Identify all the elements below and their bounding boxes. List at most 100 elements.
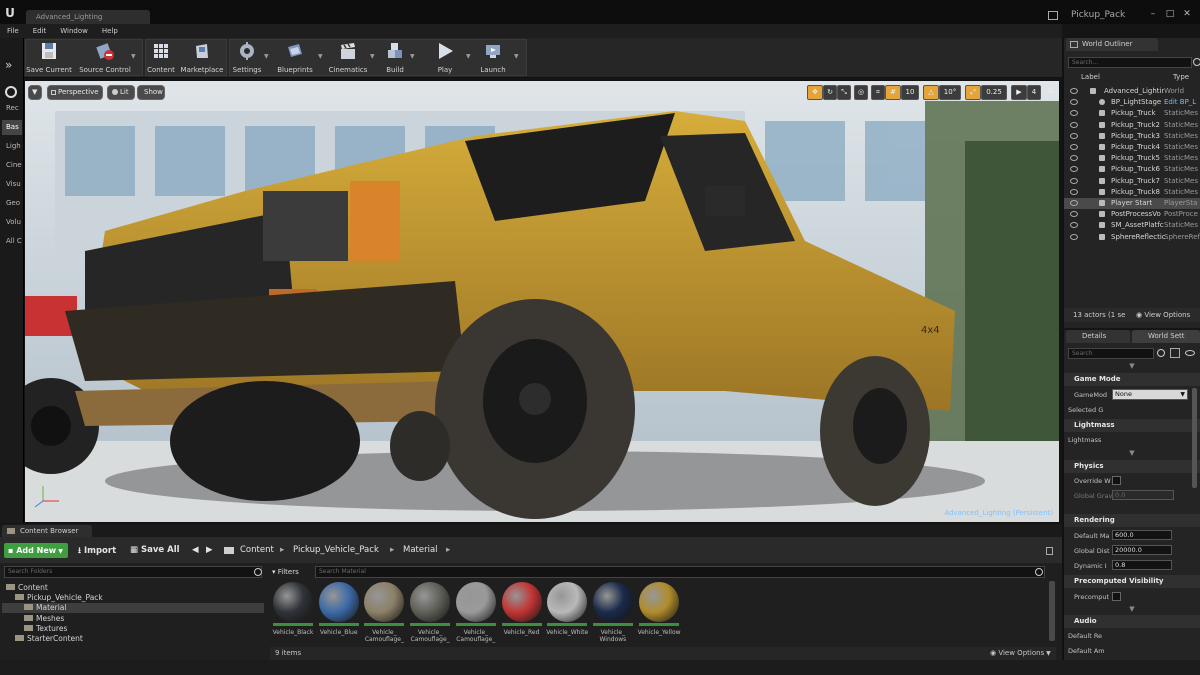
grid-snap-icon[interactable]: # [885,85,901,100]
search-assets-input[interactable]: Search Material [315,566,1045,578]
maximize-viewport-icon[interactable]: ⊡ [1043,85,1057,100]
mode-lights[interactable]: Ligh [2,139,22,154]
outliner-row[interactable]: BP_LightStage Edit BP_L [1064,97,1200,108]
material-asset-tile[interactable]: Vehicle_Black [272,582,314,636]
outliner-row[interactable]: Pickup_Truck2 StaticMes [1064,120,1200,131]
outliner-row[interactable]: Pickup_Truck8 StaticMes [1064,187,1200,198]
back-button[interactable]: ◀ [192,545,199,555]
outliner-row[interactable]: Pickup_Truck5 StaticMes [1064,153,1200,164]
lit-button[interactable]: Lit [107,85,135,100]
cinematics-dropdown-icon[interactable]: ▼ [370,53,376,60]
outliner-row[interactable]: Pickup_Truck StaticMes [1064,108,1200,119]
section-lightmass[interactable]: Lightmass [1064,419,1200,432]
material-asset-tile[interactable]: Vehicle_ Camouflage_ [455,582,497,643]
import-button[interactable]: ⭳ Import [78,545,116,559]
perspective-button[interactable]: Perspective [47,85,103,100]
visibility-eye-icon[interactable] [1070,211,1078,218]
visibility-eye-icon[interactable] [1070,233,1078,240]
expand-arrow-icon[interactable]: ▼ [1064,449,1200,458]
save-all-button[interactable]: ▦ Save All [130,545,180,555]
blueprints-dropdown-icon[interactable]: ▼ [318,53,324,60]
override-world-gravity-checkbox[interactable] [1112,476,1121,485]
dynamic-indirect-input[interactable]: 0.8 [1112,560,1172,570]
eye-icon[interactable] [1185,350,1195,356]
add-new-button[interactable]: ▪ Add New ▼ [4,543,68,558]
visibility-eye-icon[interactable] [1070,166,1078,173]
visibility-eye-icon[interactable] [1070,88,1078,94]
visibility-eye-icon[interactable] [1070,177,1078,184]
section-physics[interactable]: Physics [1064,460,1200,473]
default-max-distance-input[interactable]: 600.0 [1112,530,1172,540]
outliner-view-options-button[interactable]: ◉ View Options [1136,311,1190,319]
search-icon[interactable] [1035,568,1043,576]
tab-details[interactable]: Details [1066,330,1130,343]
level-document-tab[interactable]: Advanced_Lighting [26,10,150,24]
folder-tree-item[interactable]: Content [2,583,264,593]
rotation-snap-icon[interactable]: △ [923,85,939,100]
outliner-row[interactable]: Advanced_Lightin World [1064,86,1200,97]
launch-dropdown-icon[interactable]: ▼ [514,53,520,60]
outliner-row[interactable]: Pickup_Truck6 StaticMes [1064,164,1200,175]
build-button[interactable]: Build [380,39,410,76]
grid-snap-value[interactable]: 10 [901,85,919,100]
section-rendering[interactable]: Rendering [1064,514,1200,527]
visibility-eye-icon[interactable] [1070,121,1078,128]
outliner-column-type[interactable]: Type [1173,72,1200,83]
visibility-eye-icon[interactable] [1070,188,1078,195]
outliner-row[interactable]: SphereReflectic SphereRef [1064,232,1200,243]
rotation-snap-value[interactable]: 10° [939,85,961,100]
section-game-mode[interactable]: Game Mode [1064,373,1200,386]
mode-volumes[interactable]: Volu [2,215,22,230]
scale-snap-icon[interactable]: ⤢ [965,85,981,100]
show-button[interactable]: Show [137,85,165,100]
search-icon[interactable] [254,568,262,576]
visibility-eye-icon[interactable] [1070,99,1078,106]
breadcrumb-material[interactable]: Material [403,545,438,555]
play-button[interactable]: Play [424,39,466,76]
mode-geometry[interactable]: Geo [2,196,22,211]
forward-button[interactable]: ▶ [206,545,213,555]
outliner-row[interactable]: Pickup_Truck3 StaticMes [1064,131,1200,142]
content-button[interactable]: Content [146,39,176,76]
build-dropdown-icon[interactable]: ▼ [410,53,416,60]
tab-world-settings[interactable]: World Sett [1132,330,1200,343]
visibility-eye-icon[interactable] [1070,132,1078,139]
material-asset-tile[interactable]: Vehicle_ Camouflage_ [363,582,405,643]
search-folders-input[interactable]: Search Folders [4,566,262,578]
outliner-row-type[interactable]: Edit BP_L [1164,97,1200,108]
visibility-eye-icon[interactable] [1070,200,1078,206]
search-icon[interactable] [1157,349,1165,357]
mode-recent[interactable]: Rec [2,101,22,116]
outliner-row[interactable]: PostProcessVo PostProce [1064,209,1200,220]
material-asset-tile[interactable]: Vehicle_Red [501,582,543,636]
material-asset-tile[interactable]: Vehicle_Blue [318,582,360,636]
blueprints-button[interactable]: Blueprints [274,39,316,76]
mode-visual-effects[interactable]: Visu [2,177,22,192]
minimize-button[interactable]: – [1147,9,1159,19]
outliner-row[interactable]: SM_AssetPlatfc StaticMes [1064,220,1200,231]
filters-button[interactable]: ▾ Filters [272,566,312,578]
search-icon[interactable] [1193,58,1200,66]
menu-help[interactable]: Help [95,24,125,38]
global-distance-input[interactable]: 20000.0 [1112,545,1172,555]
folder-tree-item[interactable]: Textures [2,624,264,634]
lock-icon[interactable] [1046,547,1053,555]
translate-tool-icon[interactable]: ✥ [807,85,823,100]
asset-scrollbar[interactable] [1049,581,1055,641]
material-asset-tile[interactable]: Vehicle_White [546,582,588,636]
level-viewport[interactable]: 4x4 ▼ Perspective Lit Show ✥ ↻ ⤡ ◎ ⌗ # 1… [24,80,1060,523]
tab-world-outliner[interactable]: World Outliner [1066,38,1158,51]
maximize-button[interactable]: □ [1164,9,1176,19]
unreal-logo-icon[interactable]: U [3,6,17,20]
world-local-icon[interactable]: ◎ [854,85,868,100]
menu-file[interactable]: File [0,24,26,38]
visibility-eye-icon[interactable] [1070,144,1078,150]
global-gravity-input[interactable]: 0.0 [1112,490,1174,500]
source-control-dropdown-icon[interactable]: ▼ [131,53,137,60]
content-view-options-button[interactable]: ◉ View Options ▼ [990,647,1051,660]
close-button[interactable]: ✕ [1181,9,1193,19]
mode-cinematic[interactable]: Cine [2,158,22,173]
details-scrollbar[interactable] [1192,388,1197,488]
section-audio[interactable]: Audio [1064,615,1200,628]
expand-arrow-icon[interactable]: ▼ [1064,362,1200,371]
